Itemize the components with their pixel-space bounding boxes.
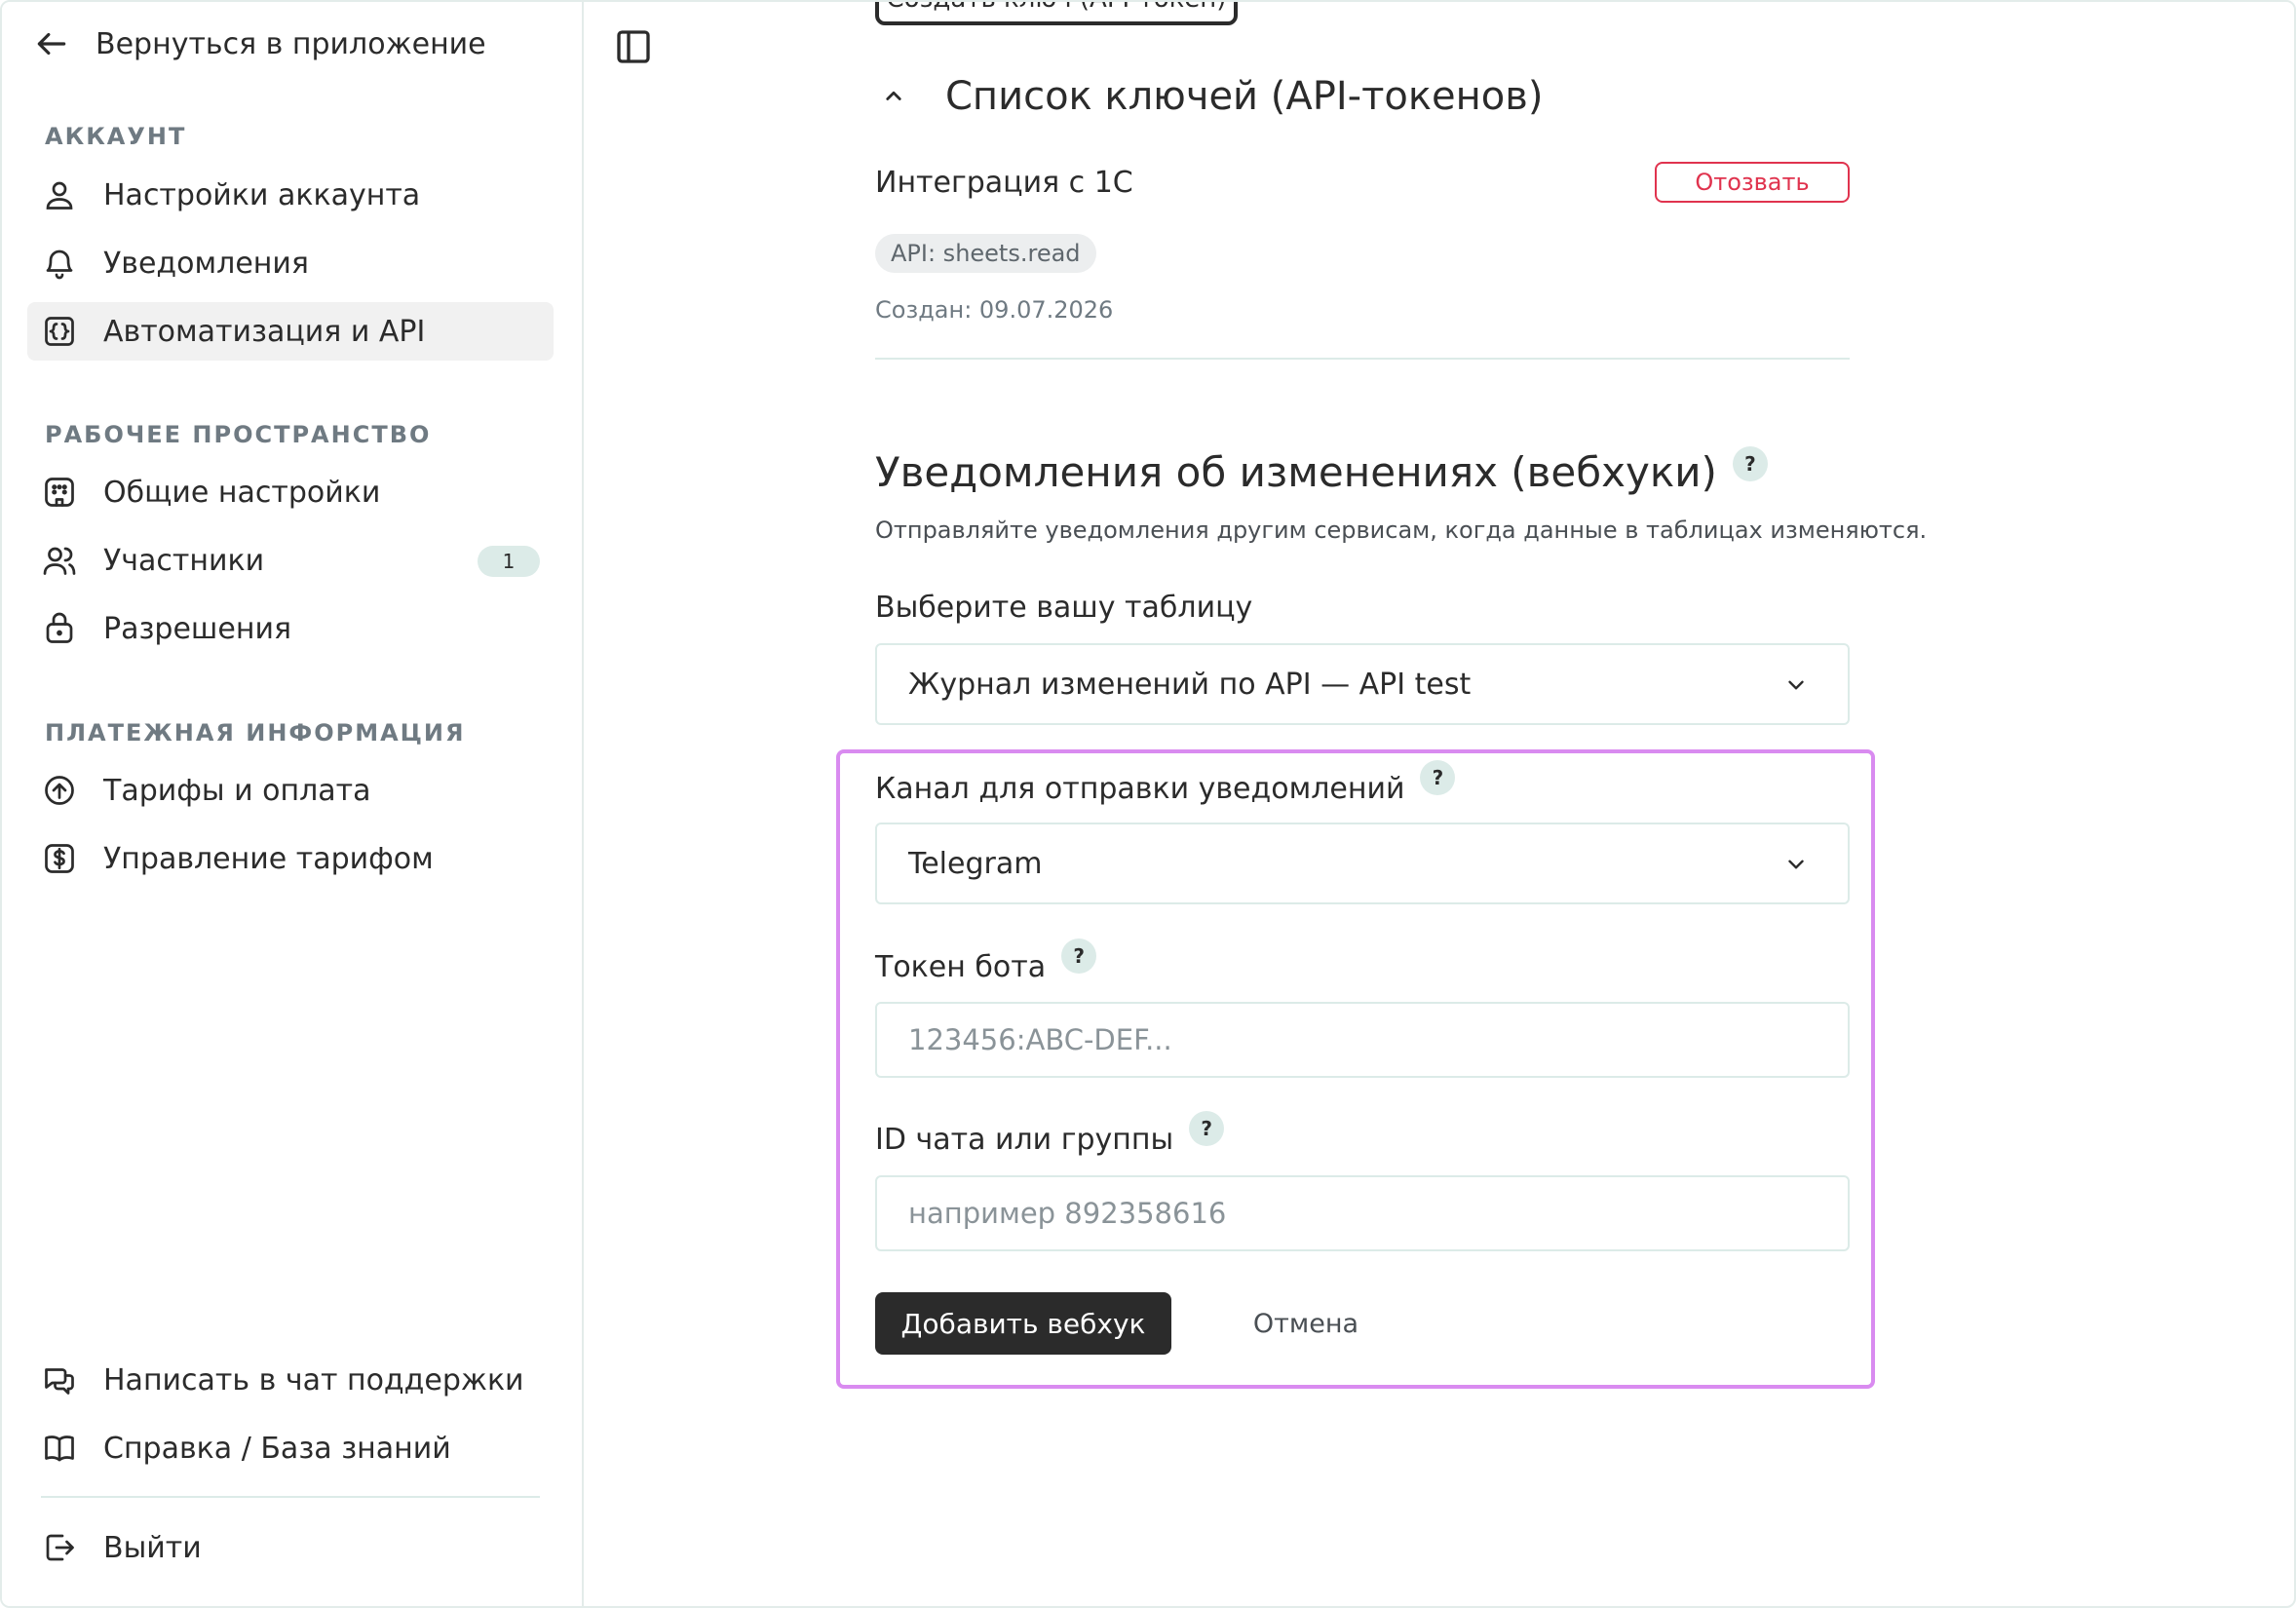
arrow-up-circle-icon bbox=[41, 772, 78, 809]
sidebar-item-label: Настройки аккаунта bbox=[103, 177, 421, 212]
channel-help-icon[interactable]: ? bbox=[1420, 760, 1456, 795]
chat-id-label-text: ID чата или группы bbox=[875, 1123, 1174, 1157]
sidebar-divider bbox=[41, 1496, 540, 1498]
book-icon bbox=[41, 1430, 78, 1467]
section-title-billing: ПЛАТЕЖНАЯ ИНФОРМАЦИЯ bbox=[45, 719, 466, 747]
keys-divider bbox=[875, 358, 1850, 360]
webhooks-help-icon[interactable]: ? bbox=[1732, 446, 1768, 481]
sidebar-item-label: Написать в чат поддержки bbox=[103, 1362, 524, 1397]
section-title-workspace: РАБОЧЕЕ ПРОСТРАНСТВО bbox=[45, 421, 432, 448]
logout-icon bbox=[41, 1529, 78, 1566]
table-select-label-text: Выберите вашу таблицу bbox=[875, 591, 1253, 625]
user-icon bbox=[41, 176, 78, 213]
building-icon bbox=[41, 474, 78, 511]
sidebar-item-label: Общие настройки bbox=[103, 475, 381, 510]
chat-id-input[interactable] bbox=[875, 1175, 1850, 1251]
table-select-label: Выберите вашу таблицу bbox=[875, 591, 1252, 625]
sidebar-item-permissions[interactable]: Разрешения bbox=[27, 599, 554, 658]
webhooks-description: Отправляйте уведомления другим сервисам,… bbox=[875, 517, 1928, 544]
sidebar: Вернуться в приложение АККАУНТ Настройки… bbox=[2, 2, 584, 1606]
sidebar-item-label: Выйти bbox=[103, 1530, 202, 1565]
sidebar-item-plan-management[interactable]: Управление тарифом bbox=[27, 829, 554, 888]
chevron-up-icon[interactable] bbox=[879, 82, 908, 111]
section-title-account: АККАУНТ bbox=[45, 123, 187, 150]
channel-label-text: Канал для отправки уведомлений bbox=[875, 772, 1405, 806]
chevron-down-icon bbox=[1788, 680, 1804, 690]
arrow-left-icon bbox=[37, 32, 66, 56]
channel-select[interactable]: Telegram bbox=[875, 823, 1850, 904]
sidebar-item-label: Справка / База знаний bbox=[103, 1431, 451, 1466]
sidebar-item-logout[interactable]: Выйти bbox=[27, 1518, 554, 1577]
sidebar-item-label: Разрешения bbox=[103, 611, 291, 646]
channel-select-value: Telegram bbox=[908, 846, 1043, 881]
sidebar-item-general-settings[interactable]: Общие настройки bbox=[27, 463, 554, 521]
key-scope-tag: API: sheets.read bbox=[875, 234, 1096, 273]
users-icon bbox=[41, 542, 78, 579]
bot-token-label-text: Токен бота bbox=[875, 950, 1047, 984]
sidebar-item-label: Автоматизация и API bbox=[103, 314, 426, 349]
members-count-badge: 1 bbox=[478, 546, 540, 577]
api-icon bbox=[41, 313, 78, 350]
back-to-app-label: Вернуться в приложение bbox=[96, 26, 486, 61]
app-window: Вернуться в приложение АККАУНТ Настройки… bbox=[0, 0, 2296, 1608]
create-key-button[interactable]: Создать ключ (API-токен) bbox=[875, 2, 1238, 25]
sidebar-panel-icon bbox=[617, 30, 650, 63]
sidebar-item-members[interactable]: Участники 1 bbox=[27, 531, 554, 590]
channel-label: Канал для отправки уведомлений ? bbox=[875, 760, 1456, 806]
webhooks-section-title: Уведомления об изменениях (вебхуки) bbox=[875, 448, 1717, 496]
key-created-date: Создан: 09.07.2026 bbox=[875, 296, 1114, 324]
sidebar-item-support-chat[interactable]: Написать в чат поддержки bbox=[27, 1351, 554, 1409]
back-to-app-link[interactable]: Вернуться в приложение bbox=[33, 21, 486, 66]
sidebar-item-notifications[interactable]: Уведомления bbox=[27, 234, 554, 292]
sidebar-item-automation-api[interactable]: Автоматизация и API bbox=[27, 302, 554, 361]
key-name: Интеграция с 1С bbox=[875, 166, 1133, 200]
dollar-square-icon bbox=[41, 840, 78, 877]
bot-token-help-icon[interactable]: ? bbox=[1061, 938, 1097, 974]
chat-id-help-icon[interactable]: ? bbox=[1189, 1111, 1225, 1146]
cancel-button[interactable]: Отмена bbox=[1230, 1292, 1382, 1355]
webhooks-section-header: Уведомления об изменениях (вебхуки) ? bbox=[875, 446, 1768, 496]
lock-icon bbox=[41, 610, 78, 647]
bot-token-label: Токен бота ? bbox=[875, 938, 1097, 984]
sidebar-item-label: Уведомления bbox=[103, 246, 309, 281]
table-select-value: Журнал изменений по API — API test bbox=[908, 667, 1472, 702]
chat-bubbles-icon bbox=[41, 1361, 78, 1398]
sidebar-item-label: Управление тарифом bbox=[103, 841, 434, 876]
revoke-key-button[interactable]: Отозвать bbox=[1655, 162, 1850, 203]
sidebar-item-label: Участники bbox=[103, 543, 265, 578]
chevron-down-icon bbox=[1788, 860, 1804, 869]
table-select[interactable]: Журнал изменений по API — API test bbox=[875, 643, 1850, 725]
keys-section-header: Список ключей (API-токенов) bbox=[875, 74, 1543, 119]
add-webhook-button[interactable]: Добавить вебхук bbox=[875, 1292, 1171, 1355]
sidebar-item-label: Тарифы и оплата bbox=[103, 773, 371, 808]
sidebar-item-plans[interactable]: Тарифы и оплата bbox=[27, 761, 554, 820]
bot-token-input[interactable] bbox=[875, 1002, 1850, 1078]
keys-section-title: Список ключей (API-токенов) bbox=[945, 74, 1544, 119]
bell-icon bbox=[41, 245, 78, 282]
sidebar-item-help[interactable]: Справка / База знаний bbox=[27, 1419, 554, 1477]
sidebar-item-account-settings[interactable]: Настройки аккаунта bbox=[27, 166, 554, 224]
toggle-sidebar-button[interactable] bbox=[614, 27, 653, 66]
chat-id-label: ID чата или группы ? bbox=[875, 1111, 1225, 1157]
